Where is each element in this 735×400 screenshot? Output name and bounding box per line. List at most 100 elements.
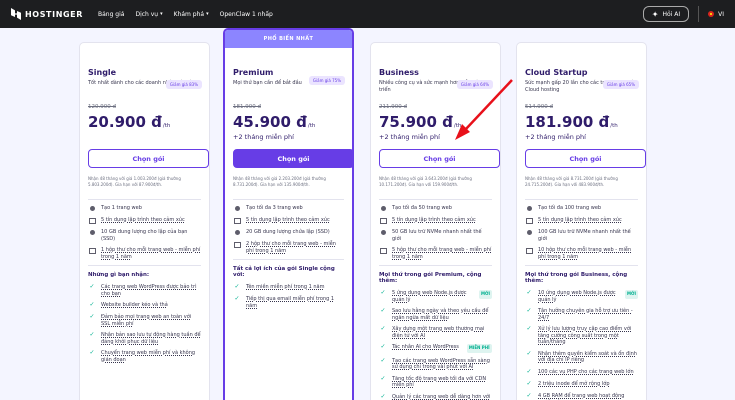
included-text: 4 GB RAM để trang web hoạt động mượt mà [538,392,625,400]
plan-card-business: Giảm giá 64% Business Nhiều công cụ và sức… [370,42,501,400]
discount-badge: Giảm giá 64% [456,80,493,89]
feature-item: 20 GB dung lượng chứa lập (SSD) [233,229,344,236]
nav-item-1[interactable]: Dịch vụ ▾ [135,11,162,18]
plan-name: Cloud Startup [525,68,588,77]
choose-plan-button[interactable]: Chọn gói [88,149,209,168]
included-item: ✓ Nhận bản sao lưu tự động hàng tuần để đ… [88,332,201,345]
feature-text: 5 tín dụng lập trình theo cảm xúc [392,217,476,223]
included-item: ✓ Tận hưởng chuyên gia hỗ trợ ưu tiên - 2… [525,308,638,321]
website-icon [88,205,96,212]
check-icon: ✓ [380,325,386,333]
feature-icon [88,217,96,224]
included-item: ✓ Nhận thêm quyền kiểm soát và ổn định vớ… [525,349,638,364]
check-icon: ✓ [526,367,532,375]
original-price: 120.900 đ [88,104,116,110]
included-text: 2 triệu inode để mở rộng lớp [538,380,610,387]
included-text: 5 ứng dụng web Node.js được quản lý [392,290,467,303]
nav-item-label: Khám phá [173,10,205,18]
included-item: ✓ Đảm bảo mọi trang web an toàn với SSL m… [88,314,201,327]
website-icon [379,229,387,236]
included-item: ✓ Chuyển trang web miễn phí và không gián… [88,350,201,363]
main-nav: Bảng giá Dịch vụ ▾ Khám phá ▾ OpenClaw 1 nhấp [98,11,284,18]
included-item: ✓ 10 ứng dụng web Node.js được quản lý MỚI [525,290,638,303]
included-item: ✓ 4 GB RAM để trang web hoạt động mượt mà [525,391,638,400]
feature-text: 5 hộp thư cho mỗi trang web - miễn phí t… [392,247,492,260]
included-text: Sao lưu hằng ngày và theo yêu cầu để ngă… [392,308,489,321]
website-icon [88,229,96,236]
feature-icon [525,247,533,254]
included-text: Chuyển trang web miễn phí và không gián … [101,350,196,363]
new-badge: MỚI [625,290,638,299]
included-item: ✓ 2 triệu inode để mở rộng lớp [525,380,638,388]
included-text: Website builder kéo và thả [101,302,168,308]
billing-fine-print: Nhận 48 tháng với giá 2.203.200đ (giá th… [233,176,326,187]
included-text: Tăng tốc độ trang web tối đa với CDN miễ… [392,375,487,389]
check-icon: ✓ [526,391,532,399]
billing-fine-print: Nhận 48 tháng với giá 3.643.200đ (giá th… [379,176,472,187]
included-item: ✓ Các trang web WordPress được bảo trì ch… [88,284,201,297]
included-item: ✓ Sao lưu hằng ngày và theo yêu cầu để ng… [379,308,492,321]
top-navigation-bar: HOSTINGER Bảng giá Dịch vụ ▾ Khám phá ▾ OpenC… [0,0,735,28]
feature-icon [88,247,96,254]
feature-text: 5 tín dụng lập trình theo cảm xúc [538,217,622,223]
choose-plan-button[interactable]: Chọn gói [379,149,500,168]
card-divider [233,199,344,200]
check-icon: ✓ [380,289,386,297]
feature-item: 5 tín dụng lập trình theo cảm xúc [88,217,201,224]
choose-plan-button[interactable]: Chọn gói [233,149,354,168]
feature-item: 2 hộp thư cho mỗi trang web - miễn phí t… [233,241,344,254]
ask-ai-label: Hỏi AI [662,10,681,18]
nav-item-0[interactable]: Bảng giá [98,11,124,18]
included-item: ✓ Tạo các trang web WordPress sẵn sàng sử… [379,357,492,371]
included-text: Nhận bản sao lưu tự động hàng tuần để đả… [101,332,201,345]
included-item: ✓ 100 các vụ PHP cho các trang web lớn [525,367,638,376]
vietnam-flag-icon [708,11,715,17]
billing-fine-print: Nhận 48 tháng với giá 1.003.200đ (giá th… [88,176,181,187]
price-period: /th [453,123,462,129]
price-period: /th [162,123,171,129]
header-divider [698,6,700,22]
included-item: ✓ Tiếp thị qua email miễn phí trong 1 năm [233,296,344,309]
included-text: Nhận thêm quyền kiểm soát và ổn định với… [538,350,637,364]
plan-name: Single [88,68,117,77]
nav-item-label: Dịch vụ [135,10,159,18]
card-divider [525,199,638,200]
feature-icon [233,241,241,248]
language-label: VI [718,10,724,18]
website-icon [233,205,241,212]
language-selector[interactable]: VI [708,11,724,18]
ask-ai-button[interactable]: ✦ Hỏi AI [642,6,690,22]
most-popular-banner: PHỔ BIẾN NHẤT [225,30,352,48]
check-icon: ✓ [234,295,240,303]
feature-item: Tạo tối đa 3 trang web [233,205,344,212]
included-item: ✓ Tăng tốc độ trang web tối đa với CDN mi… [379,375,492,389]
hostinger-logo[interactable]: HOSTINGER [11,8,83,20]
section-heading: Mọi thứ trong gói Business, cộng thêm: [525,272,628,284]
check-icon: ✓ [89,331,95,339]
check-icon: ✓ [526,307,532,315]
feature-item: 5 tín dụng lập trình theo cảm xúc [379,217,492,224]
plan-name: Business [379,68,419,77]
check-icon: ✓ [526,289,532,297]
plan-price: 20.900 đ [88,113,162,131]
included-item: ✓ Tên miền miễn phí trong 1 năm [233,284,344,291]
plan-price: 75.900 đ [379,113,453,131]
included-item: ✓ Xử lý lưu lượng truy cập cao điểm với t… [525,326,638,346]
check-icon: ✓ [526,349,532,357]
included-item: ✓ Tác nhân AI cho WordPress MIỄN PHÍ [379,344,492,353]
check-icon: ✓ [89,283,95,291]
price-period: /th [307,123,316,129]
choose-plan-button[interactable]: Chọn gói [525,149,646,168]
website-icon [525,205,533,212]
nav-item-label: OpenClaw 1 nhấp [219,10,273,18]
logo-text: HOSTINGER [25,9,83,19]
check-icon: ✓ [380,392,386,400]
feature-text: Tạo tối đa 100 trang web [538,205,602,211]
included-text: Tiếp thị qua email miễn phí trong 1 năm [246,296,335,309]
original-price: 211.900 đ [379,104,407,110]
nav-item-3[interactable]: OpenClaw 1 nhấp [220,11,273,18]
nav-item-2[interactable]: Khám phá ▾ [174,11,209,18]
discount-badge: Giảm giá 65% [602,80,639,89]
card-divider [233,259,344,260]
feature-text: 10 GB dung lượng cho lập của bạn (SSD) [101,229,188,242]
